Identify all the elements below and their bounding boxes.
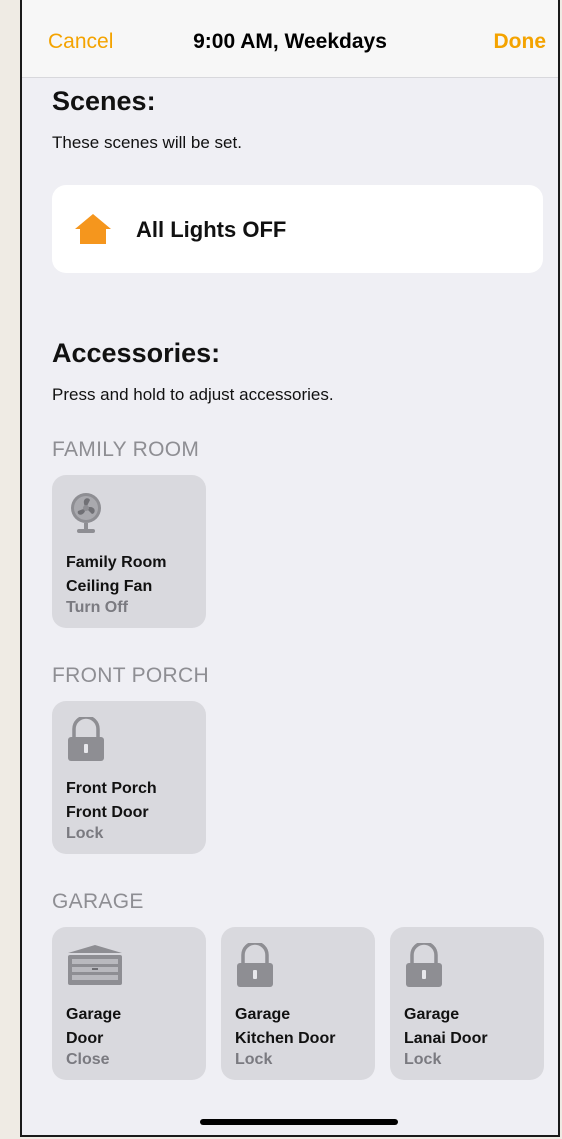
scenes-subtitle: These scenes will be set.: [52, 133, 242, 152]
accessories-subtitle: Press and hold to adjust accessories.: [52, 385, 334, 404]
tile-garage-lanai-door[interactable]: Garage Lanai Door Lock: [390, 927, 544, 1080]
scene-label: All Lights OFF: [136, 217, 287, 242]
garage-door-icon: [68, 945, 122, 985]
tile-garage-kitchen-door[interactable]: Garage Kitchen Door Lock: [221, 927, 375, 1080]
lock-icon: [237, 943, 273, 987]
tile-status: Turn Off: [66, 599, 128, 616]
tile-family-room-ceiling-fan[interactable]: Family Room Ceiling Fan Turn Off: [52, 475, 206, 628]
tile-status: Close: [66, 1051, 110, 1068]
home-indicator[interactable]: [200, 1119, 398, 1125]
fan-icon: [71, 493, 101, 533]
nav-title: 9:00 AM, Weekdays: [193, 30, 387, 53]
navigation-bar: Cancel 9:00 AM, Weekdays Done: [22, 0, 558, 78]
tile-status: Lock: [66, 825, 104, 842]
tile-status: Lock: [404, 1051, 442, 1068]
scenes-heading: Scenes:: [52, 86, 156, 116]
tile-name: Family Room Ceiling Fan: [66, 554, 167, 595]
lock-icon: [68, 717, 104, 761]
tile-name: Garage Lanai Door: [404, 1006, 488, 1047]
tile-name: Garage Kitchen Door: [235, 1006, 336, 1047]
accessories-heading: Accessories:: [52, 338, 221, 368]
scene-card-all-lights-off[interactable]: All Lights OFF: [52, 185, 543, 273]
lock-icon: [406, 943, 442, 987]
tile-garage-door[interactable]: Garage Door Close: [52, 927, 206, 1080]
tile-front-porch-front-door[interactable]: Front Porch Front Door Lock: [52, 701, 206, 854]
section-garage: GARAGE: [52, 890, 144, 913]
section-family-room: FAMILY ROOM: [52, 438, 200, 461]
house-icon: [75, 214, 111, 244]
done-button[interactable]: Done: [494, 30, 547, 54]
tile-status: Lock: [235, 1051, 273, 1068]
section-front-porch: FRONT PORCH: [52, 664, 209, 687]
tile-name: Garage Door: [66, 1006, 122, 1047]
tile-name: Front Porch Front Door: [66, 780, 157, 821]
phone-screen: Cancel 9:00 AM, Weekdays Done Scenes: Th…: [20, 0, 560, 1137]
